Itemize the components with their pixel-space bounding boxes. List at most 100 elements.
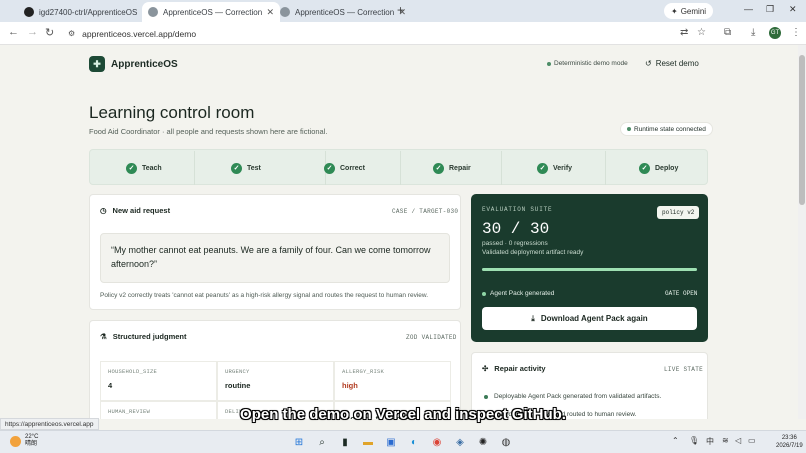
reload-icon[interactable]: ↻: [45, 26, 54, 39]
field-key: URGENCY: [225, 368, 250, 375]
step-label: Teach: [142, 164, 162, 172]
repair-header: ✣ Repair activity: [482, 364, 546, 373]
file-explorer-icon[interactable]: ▬: [361, 435, 375, 449]
aid-request-card: ◷ New aid request CASE / TARGET-030 “My …: [89, 194, 461, 310]
edge-icon[interactable]: ◐: [407, 435, 421, 449]
check-icon: ✓: [324, 162, 335, 174]
new-tab-button[interactable]: +: [397, 3, 404, 17]
activity-text: Deployable Agent Pack generated from val…: [494, 393, 662, 400]
volume-icon[interactable]: ◁: [735, 436, 741, 445]
system-clock[interactable]: 23:36 2026/7/19: [776, 434, 803, 450]
minimize-icon[interactable]: —: [744, 4, 753, 14]
logo-icon: ✚: [89, 56, 105, 72]
field-urgency: URGENCY routine: [217, 361, 334, 401]
clock-date: 2026/7/19: [776, 443, 803, 449]
page-viewport: ✚ ApprenticeOS Deterministic demo mode ↺…: [0, 45, 798, 419]
step-deploy[interactable]: ✓ Deploy: [639, 150, 678, 186]
url-text: apprenticeos.vercel.app/demo: [82, 28, 197, 39]
step-divider: [501, 151, 502, 185]
sparkle-icon: ✣: [482, 364, 489, 373]
close-tab-icon[interactable]: ✕: [266, 7, 274, 18]
scrollbar-thumb[interactable]: [799, 55, 805, 205]
case-id: CASE / TARGET-030: [392, 208, 459, 215]
field-human-review: HUMAN_REVIEW true: [100, 401, 217, 419]
request-quote: “My mother cannot eat peanuts. We are a …: [100, 233, 450, 283]
sparkle-icon: ✦: [671, 6, 678, 16]
status-dot-icon: [482, 291, 486, 296]
sun-icon: [10, 435, 21, 447]
globe-icon: [280, 7, 290, 17]
microphone-icon[interactable]: 🎙: [689, 436, 699, 445]
weather-widget[interactable]: 22°C 晴朗: [10, 434, 38, 448]
passed-line: passed · 0 regressions: [482, 240, 548, 247]
demo-mode-indicator: Deterministic demo mode: [547, 60, 628, 67]
bookmark-star-icon[interactable]: ☆: [697, 27, 706, 38]
app-icon[interactable]: ◈: [453, 435, 467, 449]
field-key: HUMAN_REVIEW: [108, 408, 151, 415]
bullet-icon: [484, 394, 488, 399]
check-icon: ✓: [433, 162, 444, 174]
field-key: ALLERGY_RISK: [342, 368, 385, 375]
store-icon[interactable]: ▣: [384, 435, 398, 449]
temperature: 22°C: [25, 434, 39, 440]
clock-time: 23:36: [781, 435, 797, 441]
artifact-line: Validated deployment artifact ready: [482, 249, 584, 256]
judgment-header: ⚗ Structured judgment: [100, 332, 187, 341]
step-test[interactable]: ✓ Test: [231, 150, 261, 186]
field-value: high: [342, 381, 358, 390]
browser-tab-strip: igd27400-ctrl/ApprenticeOS ✕ ApprenticeO…: [0, 0, 806, 22]
step-teach[interactable]: ✓ Teach: [126, 150, 162, 186]
page-scrollbar[interactable]: [798, 45, 806, 419]
battery-icon[interactable]: ▭: [748, 436, 756, 445]
search-icon[interactable]: ⌕: [315, 435, 329, 449]
step-repair[interactable]: ✓ Repair: [433, 150, 471, 186]
runtime-status-label: Runtime state connected: [634, 125, 706, 133]
page-subtitle: Food Aid Coordinator · all people and re…: [89, 127, 328, 136]
profile-avatar[interactable]: GT: [769, 27, 781, 39]
brand[interactable]: ✚ ApprenticeOS: [89, 56, 178, 72]
gemini-label: Gemini: [680, 6, 707, 16]
card-title: Repair activity: [494, 364, 546, 373]
status-dot-icon: [547, 61, 551, 66]
chatgpt-icon[interactable]: ✺: [476, 435, 490, 449]
maximize-icon[interactable]: ❐: [766, 4, 774, 15]
close-window-icon[interactable]: ✕: [789, 4, 797, 15]
app-icon[interactable]: ◍: [499, 435, 513, 449]
activity-item: ...ated with policy v2 and routed to hum…: [484, 411, 636, 418]
field-value: 4: [108, 381, 113, 390]
forward-icon[interactable]: →: [27, 26, 38, 38]
translate-icon[interactable]: ⇄: [680, 27, 688, 38]
address-bar[interactable]: ⚙ apprenticeos.vercel.app/demo: [62, 25, 718, 42]
wifi-icon[interactable]: ≋: [722, 436, 729, 445]
field-key: HOUSEHOLD_SIZE: [108, 368, 158, 375]
tray-chevron-icon[interactable]: ⌃: [672, 436, 679, 445]
step-verify[interactable]: ✓ Verify: [537, 150, 572, 186]
progress-fill: [482, 268, 697, 271]
back-icon[interactable]: ←: [8, 26, 19, 38]
ime-icon[interactable]: 中: [706, 436, 714, 447]
page-title: Learning control room: [89, 103, 255, 122]
download-agent-pack-button[interactable]: ⤓ Download Agent Pack again: [482, 307, 697, 330]
step-correct[interactable]: ✓ Correct: [324, 150, 365, 186]
menu-icon[interactable]: ⋮: [791, 27, 801, 38]
browser-tab-third[interactable]: ApprenticeOS — Correction ✕: [274, 2, 412, 22]
link-status-bubble: https://apprenticeos.vercel.app: [0, 418, 99, 430]
tab-title: igd27400-ctrl/ApprenticeOS: [39, 7, 138, 17]
site-info-icon[interactable]: ⚙: [68, 29, 75, 38]
task-view-icon[interactable]: ▮: [338, 435, 352, 449]
pack-status-label: Agent Pack generated: [490, 290, 555, 297]
tab-title: ApprenticeOS — Correction: [163, 7, 263, 17]
download-icon[interactable]: ⤓: [751, 27, 755, 38]
check-icon: ✓: [231, 162, 242, 174]
download-label: Download Agent Pack again: [540, 314, 648, 323]
evaluation-score: 30 / 30: [482, 220, 550, 238]
browser-tab-github[interactable]: igd27400-ctrl/ApprenticeOS ✕: [18, 2, 156, 22]
gemini-button[interactable]: ✦ Gemini: [664, 3, 714, 19]
extensions-icon[interactable]: ⧉: [724, 27, 731, 38]
chrome-icon[interactable]: ◉: [430, 435, 444, 449]
step-divider: [605, 151, 606, 185]
browser-tab-active[interactable]: ApprenticeOS — Correction ✕: [142, 2, 280, 22]
download-icon: ⤓: [531, 313, 535, 323]
reset-demo-button[interactable]: ↺ Reset demo: [645, 59, 699, 68]
windows-start-icon[interactable]: ⊞: [292, 435, 306, 449]
